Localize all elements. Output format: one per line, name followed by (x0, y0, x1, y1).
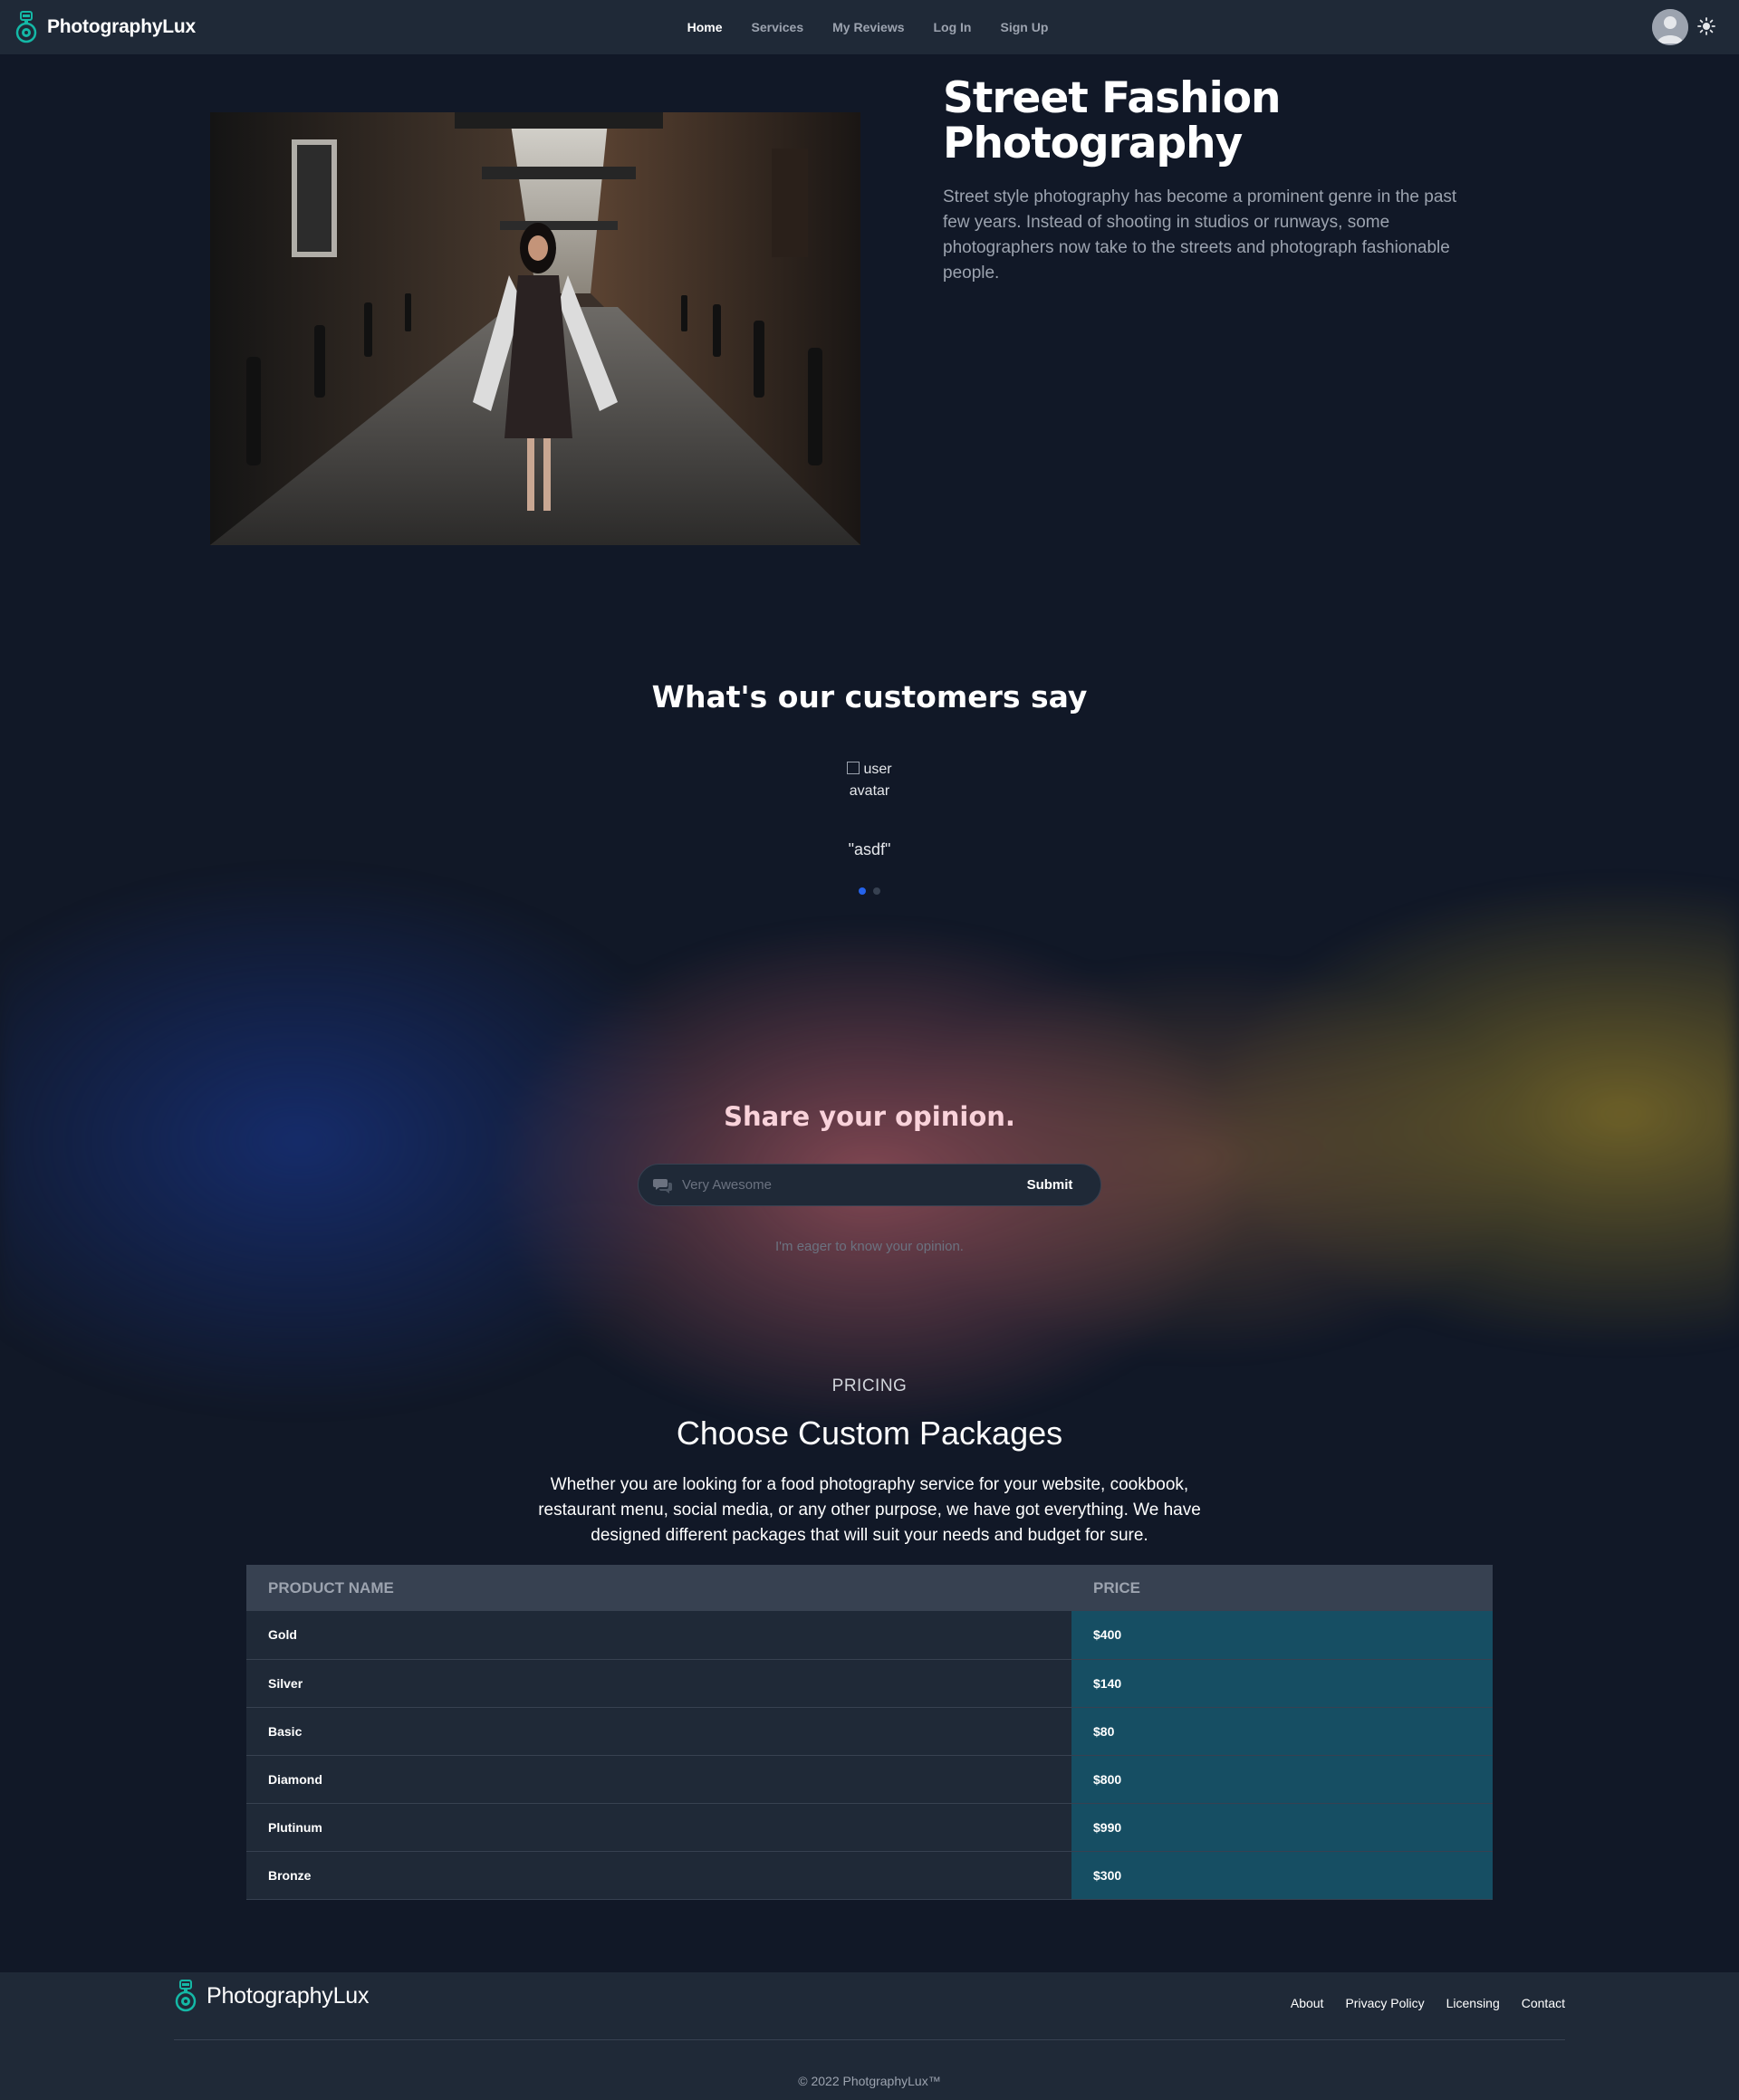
background-glow (0, 869, 1739, 1431)
user-avatar-icon (1652, 9, 1688, 45)
footer-link-licensing[interactable]: Licensing (1446, 1996, 1500, 2010)
hero-description: Street style photography has become a pr… (943, 187, 1457, 283)
footer-nav: About Privacy Policy Licensing Contact (1291, 1996, 1565, 2010)
pricing-table: PRODUCT NAME PRICE Gold $400 Silver $140… (246, 1565, 1493, 1900)
table-row: Diamond $800 (246, 1755, 1493, 1804)
opinion-form: Submit (638, 1164, 1101, 1206)
footer: PhotographyLux About Privacy Policy Lice… (0, 1972, 1739, 2100)
main-nav: Home Services My Reviews Log In Sign Up (0, 0, 1739, 54)
opinion-title: Share your opinion. (724, 1101, 1015, 1132)
footer-link-privacy-policy[interactable]: Privacy Policy (1345, 1996, 1424, 2010)
product-name-cell: Basic (246, 1707, 1071, 1756)
hero-image (210, 112, 860, 545)
copyright-text: © 2022 PhotgraphyLux™ (798, 2074, 941, 2088)
table-header-row: PRODUCT NAME PRICE (246, 1565, 1493, 1611)
testimonials-title: What's our customers say (651, 679, 1088, 714)
camera-logo-icon (175, 1980, 197, 2012)
footer-brand-name: PhotographyLux (207, 1982, 370, 2009)
submit-button[interactable]: Submit (1014, 1177, 1086, 1193)
column-header-product-name: PRODUCT NAME (246, 1565, 1071, 1611)
nav-link-log-in[interactable]: Log In (934, 20, 972, 34)
nav-link-services[interactable]: Services (752, 20, 804, 34)
opinion-input[interactable] (682, 1177, 1014, 1193)
testimonial-quote: "asdf" (848, 840, 891, 858)
price-cell: $300 (1071, 1851, 1493, 1900)
nav-link-home[interactable]: Home (687, 20, 723, 34)
table-row: Plutinum $990 (246, 1803, 1493, 1852)
product-name-cell: Bronze (246, 1851, 1071, 1900)
footer-link-about[interactable]: About (1291, 1996, 1324, 2010)
price-cell: $400 (1071, 1611, 1493, 1660)
navbar: PhotographyLux Home Services My Reviews … (0, 0, 1739, 54)
opinion-hint: I'm eager to know your opinion. (775, 1239, 964, 1254)
product-name-cell: Diamond (246, 1755, 1071, 1804)
product-name-cell: Gold (246, 1611, 1071, 1660)
testimonial-avatar: user avatar (833, 759, 906, 804)
nav-link-my-reviews[interactable]: My Reviews (832, 20, 904, 34)
table-row: Bronze $300 (246, 1851, 1493, 1900)
price-cell: $990 (1071, 1803, 1493, 1852)
table-row: Gold $400 (246, 1611, 1493, 1660)
pricing-description: Whether you are looking for a food photo… (538, 1475, 1201, 1545)
table-row: Silver $140 (246, 1659, 1493, 1708)
price-cell: $800 (1071, 1755, 1493, 1804)
pricing-title: Choose Custom Packages (676, 1414, 1063, 1452)
column-header-price: PRICE (1071, 1565, 1493, 1611)
chat-bubbles-icon (653, 1178, 672, 1194)
product-name-cell: Plutinum (246, 1803, 1071, 1852)
pricing-eyebrow: PRICING (831, 1376, 908, 1395)
nav-link-sign-up[interactable]: Sign Up (1001, 20, 1049, 34)
price-cell: $140 (1071, 1659, 1493, 1708)
street-fashion-photo (210, 112, 860, 545)
hero-title: Street Fashion Photography (943, 73, 1281, 168)
broken-image-icon (847, 762, 860, 774)
product-name-cell: Silver (246, 1659, 1071, 1708)
footer-brand-link[interactable]: PhotographyLux (174, 1980, 369, 2012)
user-avatar-button[interactable] (1652, 9, 1688, 45)
sun-icon[interactable] (1697, 17, 1715, 35)
price-cell: $80 (1071, 1707, 1493, 1756)
footer-divider (174, 2039, 1565, 2040)
footer-link-contact[interactable]: Contact (1522, 1996, 1565, 2010)
table-row: Basic $80 (246, 1707, 1493, 1756)
